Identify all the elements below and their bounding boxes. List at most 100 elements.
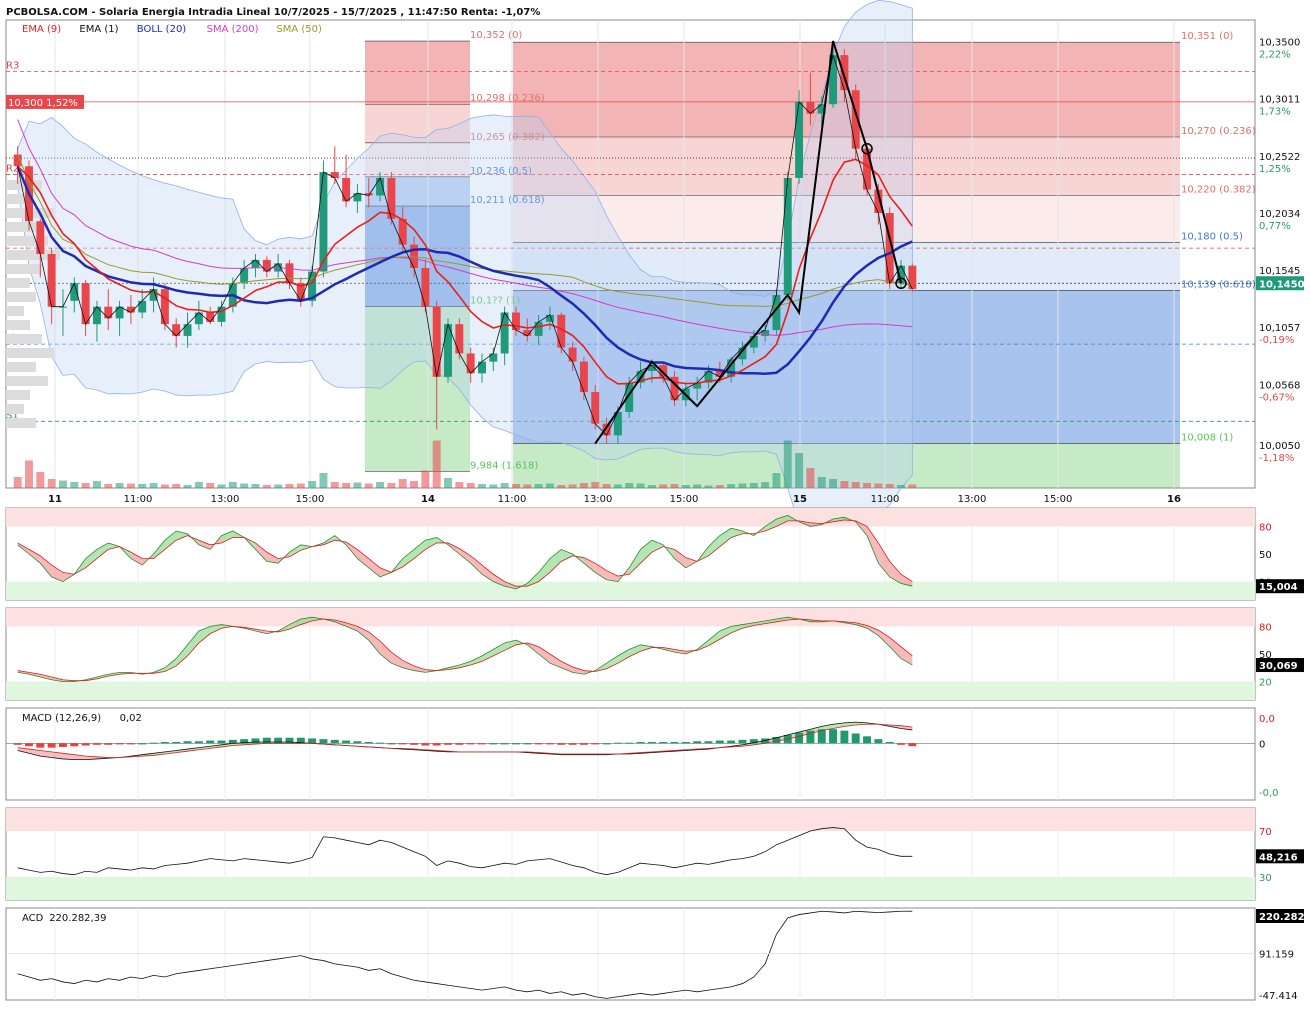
macd-hist-bar: [568, 743, 577, 745]
volume-bar: [681, 485, 690, 488]
macd-hist-bar: [183, 741, 192, 744]
volume-bar: [138, 484, 147, 488]
overbought-zone: [6, 608, 1255, 627]
volume-bar: [704, 485, 713, 488]
time-axis-label: 11:00: [124, 494, 153, 505]
price-axis-label: 10,3011: [1259, 95, 1300, 106]
candle-body: [591, 392, 600, 424]
volume-bar: [851, 482, 860, 488]
volume-profile-bar: [6, 222, 36, 232]
volume-profile-bar: [6, 404, 24, 414]
panel-tag: 220.282: [1259, 912, 1305, 923]
macd-hist-bar: [13, 743, 22, 745]
macd-hist-bar: [149, 742, 158, 744]
candle-body: [47, 254, 56, 307]
macd-hist-bar: [704, 741, 713, 744]
volume-bar: [217, 484, 226, 488]
price-axis-label: 10,3500: [1259, 37, 1300, 48]
time-axis-label: 16: [1167, 494, 1181, 505]
time-axis-label: 13:00: [958, 494, 987, 505]
volume-bar: [829, 479, 838, 488]
volume-bar: [625, 483, 634, 488]
volume-profile-bar: [6, 348, 54, 358]
fib-label-right: 10,220 (0.382): [1181, 185, 1256, 196]
macd-hist-bar: [466, 743, 475, 745]
macd-hist-bar: [591, 743, 600, 745]
legend-item: EMA (9): [22, 24, 61, 35]
percent-axis-label: -0,67%: [1259, 392, 1294, 403]
volume-profile-bar: [6, 390, 30, 400]
macd-hist-bar: [727, 740, 736, 744]
volume-bar: [319, 473, 328, 488]
volume-bar: [70, 482, 79, 488]
volume-bar: [36, 472, 45, 488]
percent-axis-label: -1,18%: [1259, 453, 1294, 464]
volume-bar: [840, 481, 849, 488]
macd-hist-bar: [863, 736, 872, 744]
macd-hist-bar: [92, 743, 101, 745]
oversold-zone: [6, 681, 1255, 700]
macd-hist-bar: [579, 743, 588, 745]
macd-hist-bar: [715, 740, 724, 744]
volume-profile-bar: [6, 334, 42, 344]
time-axis-label: 13:00: [584, 494, 613, 505]
last-price-tag: 10,1450: [1259, 279, 1305, 290]
macd-hist-bar: [25, 743, 33, 747]
volume-bar: [455, 482, 464, 488]
volume-profile-bar: [6, 264, 42, 274]
candle-body: [568, 347, 577, 362]
macd-hist-bar: [217, 740, 226, 744]
macd-hist-bar: [444, 743, 452, 745]
candle-body: [36, 221, 45, 254]
macd-hist-bar: [376, 742, 385, 744]
volume-bar: [568, 484, 577, 488]
macd-hist-bar: [545, 743, 554, 745]
panel-axis-label: 91.159: [1259, 950, 1294, 961]
candle-body: [432, 306, 441, 377]
candle-body: [795, 101, 804, 178]
macd-hist-bar: [681, 741, 690, 744]
fib-label-left: 10,298 (0.236): [470, 93, 545, 104]
candle-body: [285, 263, 294, 284]
macd-hist-bar: [206, 740, 215, 744]
volume-bar: [115, 483, 124, 488]
panel-axis-label: -0,0: [1259, 788, 1279, 799]
candle-body: [172, 324, 181, 336]
candle-body: [455, 324, 464, 354]
volume-bar: [545, 483, 554, 488]
candle-body: [421, 268, 430, 307]
macd-hist-bar: [115, 743, 124, 745]
oscillator-panels: STO (5,3,5)15,0080502015,004STO (14,3,5)…: [5, 507, 1305, 1002]
volume-bar: [715, 485, 724, 488]
panel-axis-label: 80: [1259, 522, 1272, 533]
volume-bar: [761, 482, 770, 488]
pivot-label: R3: [6, 60, 19, 71]
macd-hist-bar: [625, 742, 634, 744]
candle-body: [81, 283, 90, 325]
volume-bar: [874, 483, 883, 488]
volume-bar: [602, 484, 611, 488]
candle-body: [534, 321, 543, 336]
macd-hist-bar: [172, 741, 181, 744]
candle-body: [206, 312, 215, 322]
macd-hist-bar: [897, 743, 905, 745]
candle-body: [511, 312, 520, 331]
volume-profile-bar: [6, 320, 30, 330]
panel-axis-label: 70: [1259, 827, 1272, 838]
volume-bar: [398, 479, 407, 488]
macd-hist-bar: [387, 743, 396, 745]
macd-hist-bar: [523, 743, 532, 745]
volume-bar: [670, 484, 679, 488]
volume-bar: [47, 479, 56, 488]
fib-label-right: 10,270 (0.236): [1181, 126, 1256, 137]
volume-bar: [885, 484, 894, 488]
percent-axis-label: 2,22%: [1259, 49, 1291, 60]
volume-bar: [817, 477, 826, 488]
candle-body: [806, 101, 815, 114]
volume-bar: [500, 483, 509, 488]
volume-profile-bar: [6, 362, 36, 372]
percent-axis-label: 1,73%: [1259, 107, 1291, 118]
price-tag: 10,300 1,52%: [8, 98, 78, 109]
time-axis-label: 11:00: [871, 494, 900, 505]
fib-label-right: 10,351 (0): [1181, 31, 1233, 42]
